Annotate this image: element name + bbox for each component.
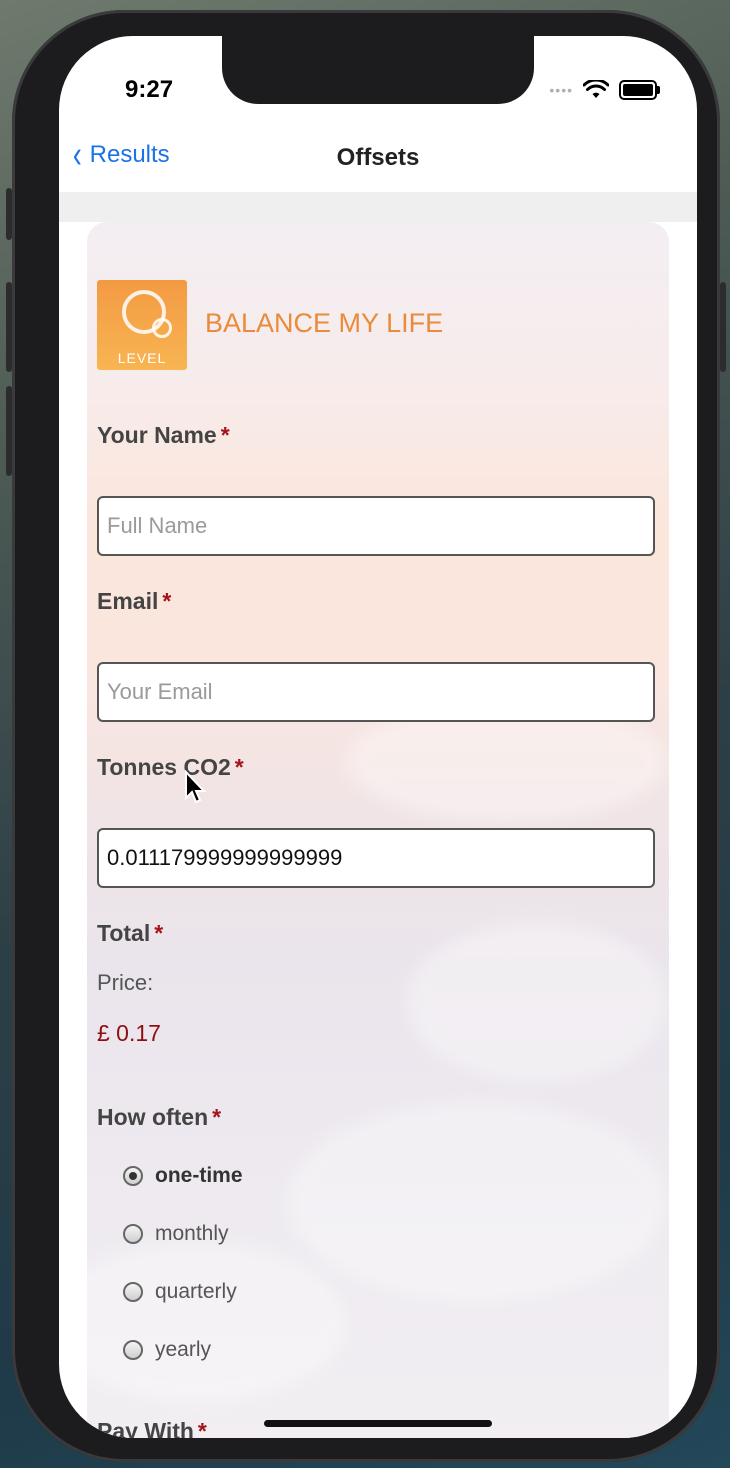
background-cloud bbox=[87, 1242, 347, 1402]
mute-switch bbox=[6, 188, 12, 240]
price-label: Price: bbox=[97, 970, 154, 995]
required-marker: * bbox=[212, 1104, 222, 1130]
navigation-bar: ‹ Results Offsets bbox=[59, 132, 697, 192]
volume-down-button bbox=[6, 386, 12, 476]
how-often-label: How often * bbox=[97, 1104, 222, 1130]
radio-monthly[interactable]: monthly bbox=[123, 1222, 229, 1246]
radio-label: monthly bbox=[155, 1222, 229, 1245]
tonnes-label: Tonnes CO2 * bbox=[97, 754, 244, 780]
offset-form-card: LEVEL BALANCE MY LIFE Your Name* Email* … bbox=[87, 222, 669, 1438]
screen: 9:27 •••• ‹ Results Offsets LEVEL BALANC… bbox=[59, 36, 697, 1438]
background-cloud bbox=[287, 1102, 667, 1302]
mouse-cursor-icon bbox=[185, 770, 207, 804]
required-marker: * bbox=[154, 920, 164, 946]
header-divider bbox=[59, 192, 697, 222]
name-label: Your Name * bbox=[97, 422, 230, 448]
status-icons: •••• bbox=[549, 80, 660, 100]
required-marker: * bbox=[197, 1418, 207, 1438]
power-button bbox=[720, 282, 726, 372]
home-indicator[interactable] bbox=[264, 1420, 492, 1427]
radio-label: yearly bbox=[155, 1338, 212, 1361]
battery-icon bbox=[619, 80, 660, 100]
radio-one-time[interactable]: one-time bbox=[123, 1164, 243, 1188]
total-label: Total * bbox=[97, 920, 164, 946]
radio-quarterly[interactable]: quarterly bbox=[123, 1280, 237, 1304]
wifi-icon bbox=[583, 80, 609, 98]
radio-button[interactable] bbox=[123, 1282, 143, 1302]
email-input[interactable] bbox=[97, 662, 655, 722]
required-marker: * bbox=[220, 422, 230, 448]
volume-up-button bbox=[6, 282, 12, 372]
radio-button[interactable] bbox=[123, 1340, 143, 1360]
level-logo: LEVEL bbox=[97, 280, 187, 370]
radio-button[interactable] bbox=[123, 1224, 143, 1244]
pay-with-label: Pay With * bbox=[97, 1418, 207, 1438]
tonnes-co2-input[interactable] bbox=[97, 828, 655, 888]
phone-frame: 9:27 •••• ‹ Results Offsets LEVEL BALANC… bbox=[6, 10, 726, 1462]
radio-yearly[interactable]: yearly bbox=[123, 1338, 211, 1362]
notch bbox=[222, 36, 534, 104]
full-name-input[interactable] bbox=[97, 496, 655, 556]
radio-label: quarterly bbox=[155, 1280, 237, 1303]
page-title: Offsets bbox=[336, 144, 420, 171]
background-cloud bbox=[407, 922, 667, 1082]
brand-name: BALANCE MY LIFE bbox=[205, 308, 444, 338]
required-marker: * bbox=[162, 588, 172, 614]
price-value: £ 0.17 bbox=[97, 1020, 161, 1046]
cellular-icon: •••• bbox=[549, 82, 573, 98]
email-label: Email * bbox=[97, 588, 172, 614]
required-marker: * bbox=[234, 754, 244, 780]
radio-label: one-time bbox=[155, 1164, 243, 1187]
radio-button[interactable] bbox=[123, 1166, 143, 1186]
status-time: 9:27 bbox=[125, 76, 174, 103]
logo-text: LEVEL bbox=[117, 350, 167, 366]
